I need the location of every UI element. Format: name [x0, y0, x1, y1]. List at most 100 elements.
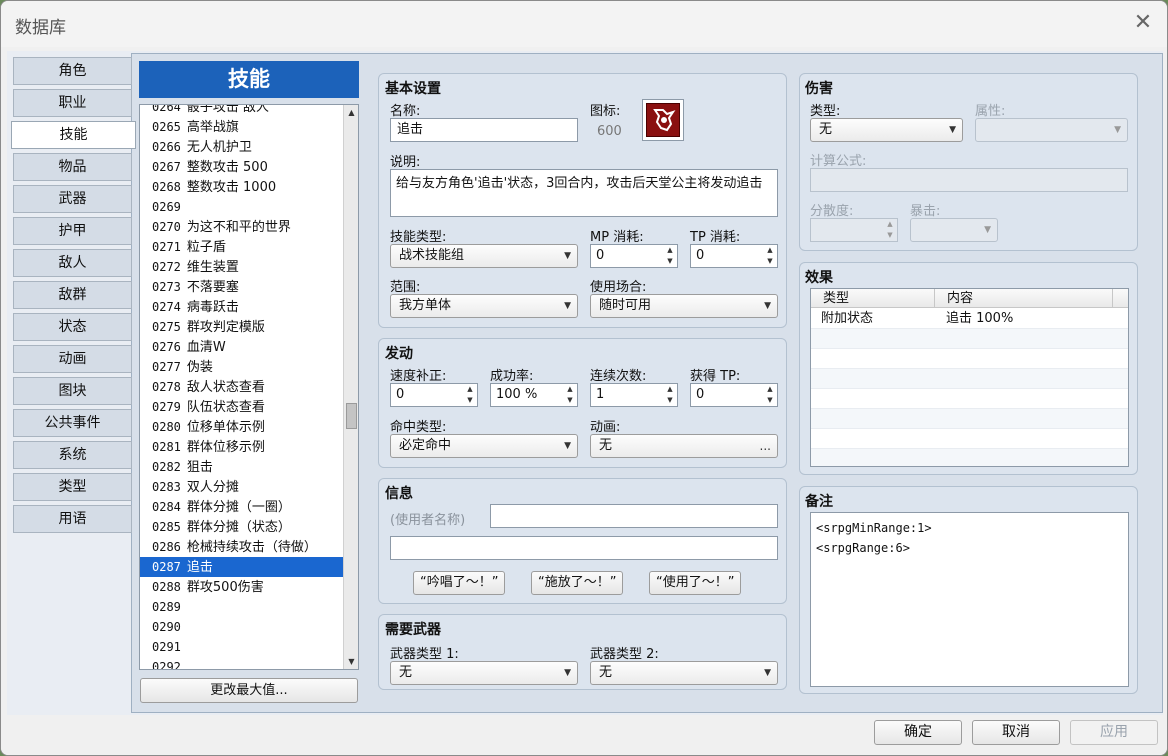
- critical-select[interactable]: ▼: [910, 218, 998, 242]
- cast-template-button[interactable]: “吟唱了～！”: [413, 571, 506, 595]
- effects-row[interactable]: [811, 389, 1128, 409]
- effects-row[interactable]: 附加状态 追击 100%: [811, 309, 1128, 329]
- list-item[interactable]: 0272 维生装置: [140, 257, 343, 277]
- list-item[interactable]: 0278 敌人状态查看: [140, 377, 343, 397]
- ok-button[interactable]: 确定: [874, 720, 962, 745]
- message-line2-field[interactable]: [390, 536, 778, 560]
- effects-row[interactable]: [811, 429, 1128, 449]
- skill-list[interactable]: 0264 骰子攻击 敌人 0265 高举战旗 0266 无人机护卫 0267 整数攻击 500…: [139, 104, 359, 670]
- spin-down-icon[interactable]: ▼: [565, 395, 575, 406]
- effects-column-type[interactable]: 类型: [811, 289, 935, 308]
- release-template-button[interactable]: “施放了～！”: [531, 571, 624, 595]
- category-tab[interactable]: 技能: [11, 121, 136, 149]
- spin-up-icon[interactable]: ▲: [765, 245, 775, 256]
- category-tab[interactable]: 武器: [13, 185, 132, 213]
- list-item[interactable]: 0286 枪械持续攻击（待做）: [140, 537, 343, 557]
- spin-down-icon[interactable]: ▼: [765, 256, 775, 267]
- category-tab[interactable]: 用语: [13, 505, 132, 533]
- scroll-down-icon[interactable]: ▼: [344, 654, 358, 669]
- hit-type-select[interactable]: 必定命中 ▼: [390, 434, 578, 458]
- description-field[interactable]: 给与友方角色'追击'状态，3回合内，攻击后天堂公主将发动追击: [390, 169, 778, 217]
- list-item[interactable]: 0271 粒子盾: [140, 237, 343, 257]
- list-item[interactable]: 0265 高举战旗: [140, 117, 343, 137]
- category-tab[interactable]: 状态: [13, 313, 132, 341]
- list-item[interactable]: 0281 群体位移示例: [140, 437, 343, 457]
- effects-row[interactable]: [811, 329, 1128, 349]
- list-item[interactable]: 0268 整数攻击 1000: [140, 177, 343, 197]
- list-item[interactable]: 0275 群攻判定模版: [140, 317, 343, 337]
- spin-up-icon[interactable]: ▲: [885, 219, 895, 230]
- list-item[interactable]: 0264 骰子攻击 敌人: [140, 105, 343, 117]
- category-tab[interactable]: 系统: [13, 441, 132, 469]
- category-tab[interactable]: 物品: [13, 153, 132, 181]
- spin-up-icon[interactable]: ▲: [465, 384, 475, 395]
- list-item[interactable]: 0282 狙击: [140, 457, 343, 477]
- list-item[interactable]: 0269: [140, 197, 343, 217]
- spin-down-icon[interactable]: ▼: [885, 230, 895, 241]
- message-line1-field[interactable]: [490, 504, 778, 528]
- list-item[interactable]: 0273 不落要塞: [140, 277, 343, 297]
- spin-up-icon[interactable]: ▲: [565, 384, 575, 395]
- skill-type-select[interactable]: 战术技能组 ▼: [390, 244, 578, 268]
- spin-up-icon[interactable]: ▲: [665, 245, 675, 256]
- spin-down-icon[interactable]: ▼: [765, 395, 775, 406]
- weapon-type2-select[interactable]: 无 ▼: [590, 661, 778, 685]
- spin-down-icon[interactable]: ▼: [465, 395, 475, 406]
- weapon-type1-select[interactable]: 无 ▼: [390, 661, 578, 685]
- success-rate-stepper[interactable]: 100 % ▲ ▼: [490, 383, 578, 407]
- repeat-stepper[interactable]: 1 ▲ ▼: [590, 383, 678, 407]
- category-tab[interactable]: 类型: [13, 473, 132, 501]
- list-item[interactable]: 0276 血清W: [140, 337, 343, 357]
- category-tab[interactable]: 公共事件: [13, 409, 132, 437]
- spin-up-icon[interactable]: ▲: [665, 384, 675, 395]
- category-tab[interactable]: 敌人: [13, 249, 132, 277]
- effects-row[interactable]: [811, 369, 1128, 389]
- list-item[interactable]: 0292: [140, 657, 343, 669]
- change-max-button[interactable]: 更改最大值...: [140, 678, 358, 703]
- list-item[interactable]: 0274 病毒跃击: [140, 297, 343, 317]
- list-item[interactable]: 0289: [140, 597, 343, 617]
- scroll-thumb[interactable]: [346, 403, 357, 429]
- animation-picker[interactable]: 无...: [590, 434, 778, 458]
- category-tab[interactable]: 图块: [13, 377, 132, 405]
- cancel-button[interactable]: 取消: [972, 720, 1060, 745]
- list-scrollbar[interactable]: ▲ ▼: [343, 105, 358, 669]
- apply-button[interactable]: 应用: [1070, 720, 1158, 745]
- scope-select[interactable]: 我方单体 ▼: [390, 294, 578, 318]
- effects-row[interactable]: [811, 409, 1128, 429]
- name-field[interactable]: 追击: [390, 118, 578, 142]
- speed-stepper[interactable]: 0 ▲ ▼: [390, 383, 478, 407]
- occasion-select[interactable]: 随时可用 ▼: [590, 294, 778, 318]
- list-item[interactable]: 0287 追击: [140, 557, 343, 577]
- list-item[interactable]: 0283 双人分摊: [140, 477, 343, 497]
- category-tab[interactable]: 护甲: [13, 217, 132, 245]
- icon-picker[interactable]: [642, 99, 684, 141]
- list-item[interactable]: 0266 无人机护卫: [140, 137, 343, 157]
- spin-up-icon[interactable]: ▲: [765, 384, 775, 395]
- list-item[interactable]: 0277 伪装: [140, 357, 343, 377]
- mp-cost-stepper[interactable]: 0 ▲ ▼: [590, 244, 678, 268]
- effects-table[interactable]: 类型 内容 附加状态 追击 100%: [810, 288, 1129, 467]
- category-tab[interactable]: 角色: [13, 57, 132, 85]
- damage-type-select[interactable]: 无 ▼: [810, 118, 963, 142]
- category-tab[interactable]: 职业: [13, 89, 132, 117]
- notes-field[interactable]: <srpgMinRange:1> <srpgRange:6>: [810, 512, 1129, 687]
- scroll-up-icon[interactable]: ▲: [344, 105, 358, 120]
- list-item[interactable]: 0279 队伍状态查看: [140, 397, 343, 417]
- tp-cost-stepper[interactable]: 0 ▲ ▼: [690, 244, 778, 268]
- list-item[interactable]: 0270 为这不和平的世界: [140, 217, 343, 237]
- formula-field[interactable]: [810, 168, 1128, 192]
- effects-row[interactable]: [811, 449, 1128, 466]
- category-tab[interactable]: 敌群: [13, 281, 132, 309]
- list-item[interactable]: 0290: [140, 617, 343, 637]
- tp-gain-stepper[interactable]: 0 ▲ ▼: [690, 383, 778, 407]
- variance-stepper[interactable]: ▲ ▼: [810, 218, 898, 242]
- category-tab[interactable]: 动画: [13, 345, 132, 373]
- spin-down-icon[interactable]: ▼: [665, 256, 675, 267]
- effects-row[interactable]: [811, 349, 1128, 369]
- list-item[interactable]: 0280 位移单体示例: [140, 417, 343, 437]
- list-item[interactable]: 0284 群体分摊（一圈）: [140, 497, 343, 517]
- effects-column-content[interactable]: 内容: [935, 289, 1113, 308]
- element-select[interactable]: ▼: [975, 118, 1128, 142]
- use-template-button[interactable]: “使用了～！”: [649, 571, 742, 595]
